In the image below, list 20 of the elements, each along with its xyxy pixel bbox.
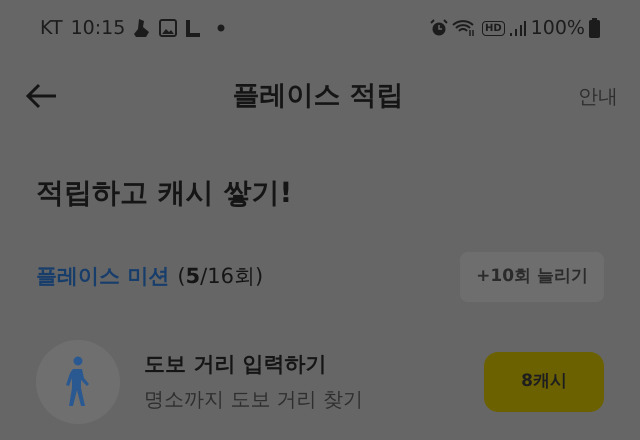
carrier-name: KT <box>40 16 63 41</box>
mission-item-title: 도보 거리 입력하기 <box>144 350 328 378</box>
signal-icon <box>508 19 527 37</box>
clock-time: 10:15 <box>70 16 126 41</box>
image-icon <box>159 19 178 37</box>
back-arrow-icon[interactable] <box>26 83 58 109</box>
mission-count: (5/16회) <box>177 263 264 290</box>
alarm-icon <box>430 19 448 37</box>
mission-title: 플레이스 미션 <box>36 263 170 290</box>
app-icon <box>185 19 202 37</box>
extend-button[interactable]: +10회 늘리기 <box>460 252 604 302</box>
page-title: 플레이스 적립 <box>232 78 404 113</box>
battery-percent: 100% <box>530 16 585 41</box>
guide-link[interactable]: 안내 <box>578 81 618 111</box>
dot-icon <box>217 24 226 32</box>
hd-voice-icon: HD <box>482 20 505 36</box>
section-heading: 적립하고 캐시 쌓기! <box>35 175 294 211</box>
reward-button[interactable]: 8캐시 <box>484 352 604 412</box>
mission-item-subtitle: 명소까지 도보 거리 찾기 <box>144 386 364 414</box>
battery-icon <box>589 18 600 38</box>
